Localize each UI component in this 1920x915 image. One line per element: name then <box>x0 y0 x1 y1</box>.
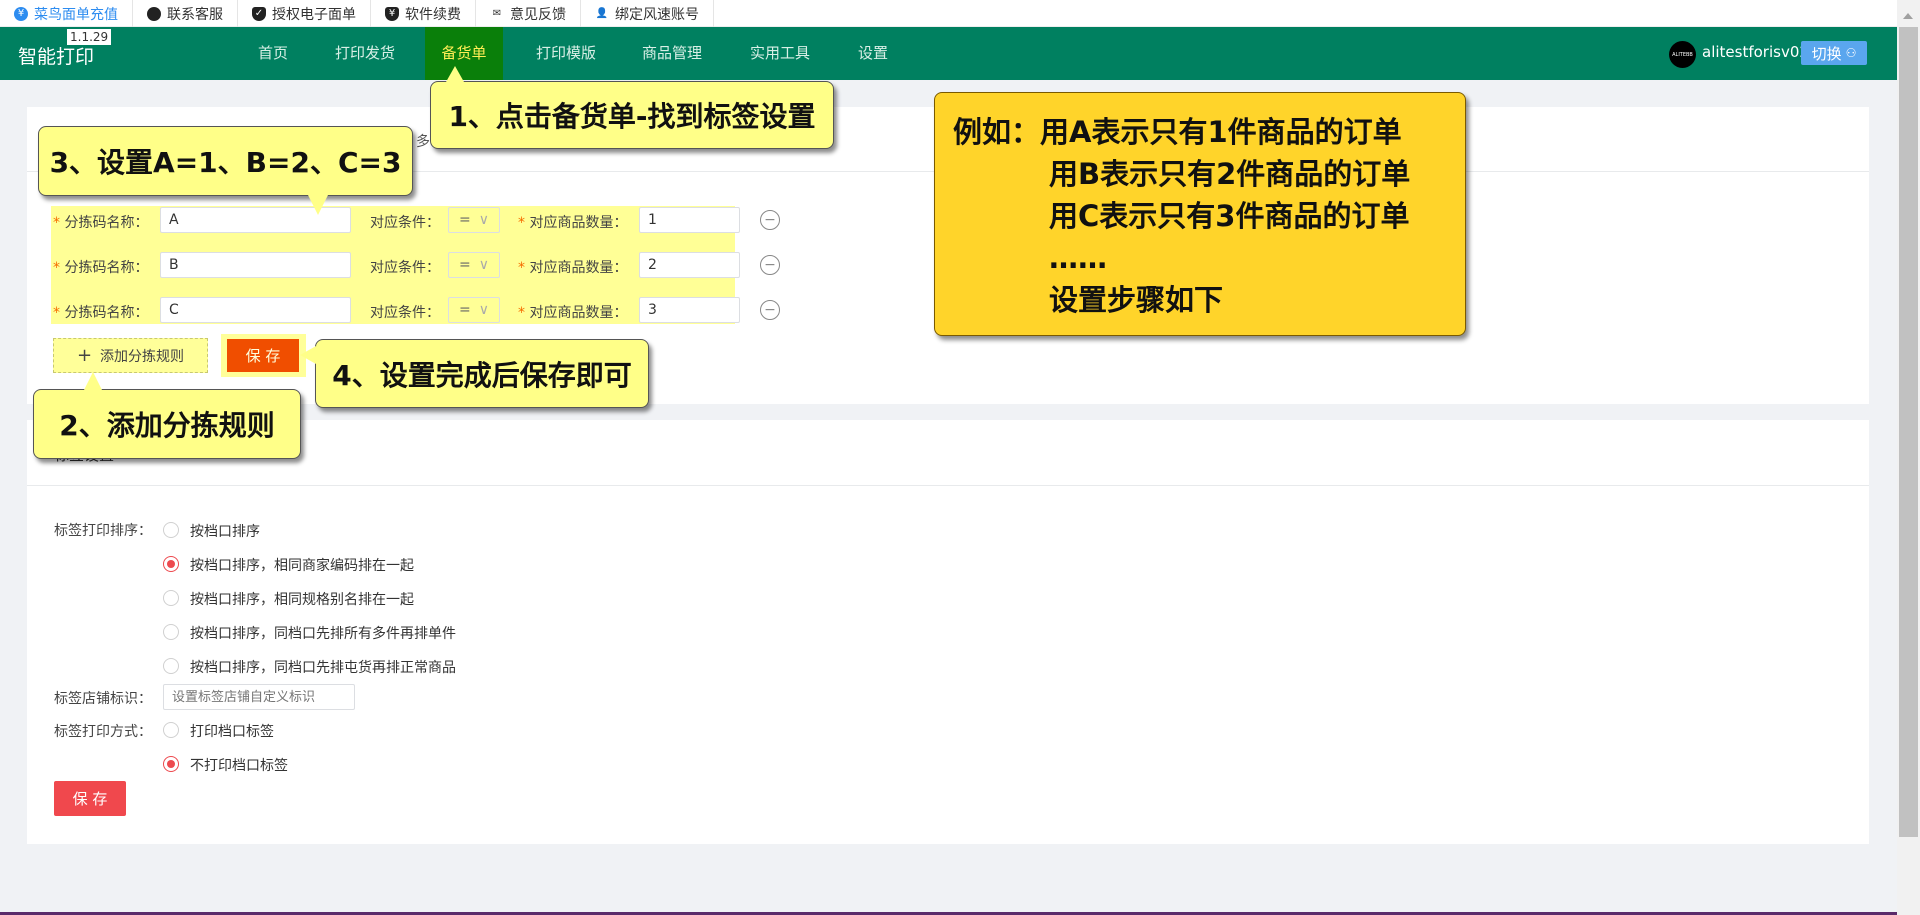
mail-icon: ✉ <box>490 7 504 21</box>
shop-label: 标签店铺标识： <box>54 688 152 708</box>
callout-tail <box>300 346 316 364</box>
radio-button[interactable] <box>163 756 179 772</box>
coin-icon: ¥ <box>14 7 28 21</box>
nav-print-ship[interactable]: 打印发货 <box>325 27 405 80</box>
callout-step3: 3、设置A=1、B=2、C=3 <box>38 126 413 196</box>
topbar-recharge[interactable]: ¥菜鸟面单充值 <box>0 0 133 27</box>
callout-step4: 4、设置完成后保存即可 <box>315 339 649 408</box>
example-callout: 例如：用A表示只有1件商品的订单 用B表示只有2件商品的订单 用C表示只有3件商… <box>934 92 1466 336</box>
save-rules-button[interactable]: 保 存 <box>227 339 299 372</box>
radio-button[interactable] <box>163 722 179 738</box>
shield-check-icon: ✓ <box>252 7 266 21</box>
qty-label: * 对应商品数量： <box>518 212 627 232</box>
shop-tag-input[interactable] <box>163 684 355 710</box>
radio-button[interactable] <box>163 556 179 572</box>
scrollbar[interactable] <box>1897 0 1920 915</box>
chevron-down-icon: ∨ <box>479 257 489 273</box>
switch-account-button[interactable]: 切换⚇ <box>1801 41 1867 65</box>
example-line: 用C表示只有3件商品的订单 <box>953 195 1447 237</box>
user-icon: 👤 <box>595 7 609 21</box>
mode-label: 标签打印方式： <box>54 721 152 741</box>
required-asterisk: * <box>53 260 64 276</box>
user-switch-icon: ⚇ <box>1846 46 1857 60</box>
main-nav: 智能打印 1.1.29 首页 打印发货 备货单 打印模版 商品管理 实用工具 设… <box>0 27 1897 80</box>
nav-settings[interactable]: 设置 <box>843 27 903 80</box>
nav-print-template[interactable]: 打印模版 <box>526 27 606 80</box>
plus-icon: + <box>77 345 92 366</box>
radio-button[interactable] <box>163 522 179 538</box>
nav-stock-list[interactable]: 备货单 <box>425 27 503 80</box>
sort-label: 标签打印排序： <box>54 520 152 540</box>
username: alitestforisv02 <box>1702 43 1809 61</box>
callout-step2: 2、添加分拣规则 <box>33 389 301 459</box>
condition-select[interactable]: =∨ <box>448 297 500 323</box>
add-rule-button[interactable]: +添加分拣规则 <box>53 338 208 373</box>
example-line: 用B表示只有2件商品的订单 <box>953 153 1447 195</box>
qty-label: * 对应商品数量： <box>518 257 627 277</box>
example-line: 例如：用A表示只有1件商品的订单 <box>953 111 1447 153</box>
qty-label: * 对应商品数量： <box>518 302 627 322</box>
sort-code-name-input[interactable]: B <box>160 252 351 278</box>
app-logo: 智能打印 <box>18 42 94 69</box>
divider <box>27 485 1869 486</box>
required-asterisk: * <box>518 305 529 321</box>
version-badge: 1.1.29 <box>67 29 111 45</box>
callout-tail <box>446 66 464 82</box>
shield-yen-icon: ¥ <box>385 7 399 21</box>
topbar-authorize[interactable]: ✓授权电子面单 <box>238 0 371 27</box>
condition-select[interactable]: =∨ <box>448 207 500 233</box>
headset-icon <box>147 7 161 21</box>
chevron-down-icon: ∨ <box>479 302 489 318</box>
condition-select[interactable]: =∨ <box>448 252 500 278</box>
callout-tail <box>84 372 102 390</box>
example-line: …… <box>953 237 1447 279</box>
sort-code-name-input[interactable]: C <box>160 297 351 323</box>
remove-rule-icon[interactable]: − <box>760 255 780 275</box>
name-label: * 分拣码名称： <box>53 302 148 322</box>
qty-input[interactable]: 1 <box>639 207 740 233</box>
card-title-fragment: 多 <box>416 131 430 151</box>
name-label: * 分拣码名称： <box>53 257 148 277</box>
required-asterisk: * <box>518 260 529 276</box>
topbar-renew[interactable]: ¥软件续费 <box>371 0 476 27</box>
callout-tail <box>308 195 328 215</box>
condition-label: 对应条件： <box>370 302 440 322</box>
condition-label: 对应条件： <box>370 257 440 277</box>
chevron-down-icon: ∨ <box>479 212 489 228</box>
radio-button[interactable] <box>163 624 179 640</box>
save-settings-button[interactable]: 保 存 <box>54 781 126 816</box>
radio-button[interactable] <box>163 658 179 674</box>
topbar-bind-account[interactable]: 👤绑定风速账号 <box>581 0 714 27</box>
nav-tools[interactable]: 实用工具 <box>740 27 820 80</box>
avatar: ALITEBB <box>1669 41 1696 68</box>
remove-rule-icon[interactable]: − <box>760 300 780 320</box>
qty-input[interactable]: 3 <box>639 297 740 323</box>
topbar-feedback[interactable]: ✉意见反馈 <box>476 0 581 27</box>
name-label: * 分拣码名称： <box>53 212 148 232</box>
radio-button[interactable] <box>163 590 179 606</box>
qty-input[interactable]: 2 <box>639 252 740 278</box>
nav-home[interactable]: 首页 <box>243 27 303 80</box>
example-line: 设置步骤如下 <box>953 279 1447 321</box>
topbar-support[interactable]: 联系客服 <box>133 0 238 27</box>
nav-product-manage[interactable]: 商品管理 <box>632 27 712 80</box>
required-asterisk: * <box>518 215 529 231</box>
scrollbar-thumb[interactable] <box>1899 27 1918 837</box>
top-toolbar: ¥菜鸟面单充值 联系客服 ✓授权电子面单 ¥软件续费 ✉意见反馈 👤绑定风速账号 <box>0 0 1897 27</box>
required-asterisk: * <box>53 305 64 321</box>
condition-label: 对应条件： <box>370 212 440 232</box>
required-asterisk: * <box>53 215 64 231</box>
scroll-up-arrow-icon[interactable] <box>1903 8 1913 19</box>
callout-step1: 1、点击备货单-找到标签设置 <box>430 81 834 149</box>
remove-rule-icon[interactable]: − <box>760 210 780 230</box>
